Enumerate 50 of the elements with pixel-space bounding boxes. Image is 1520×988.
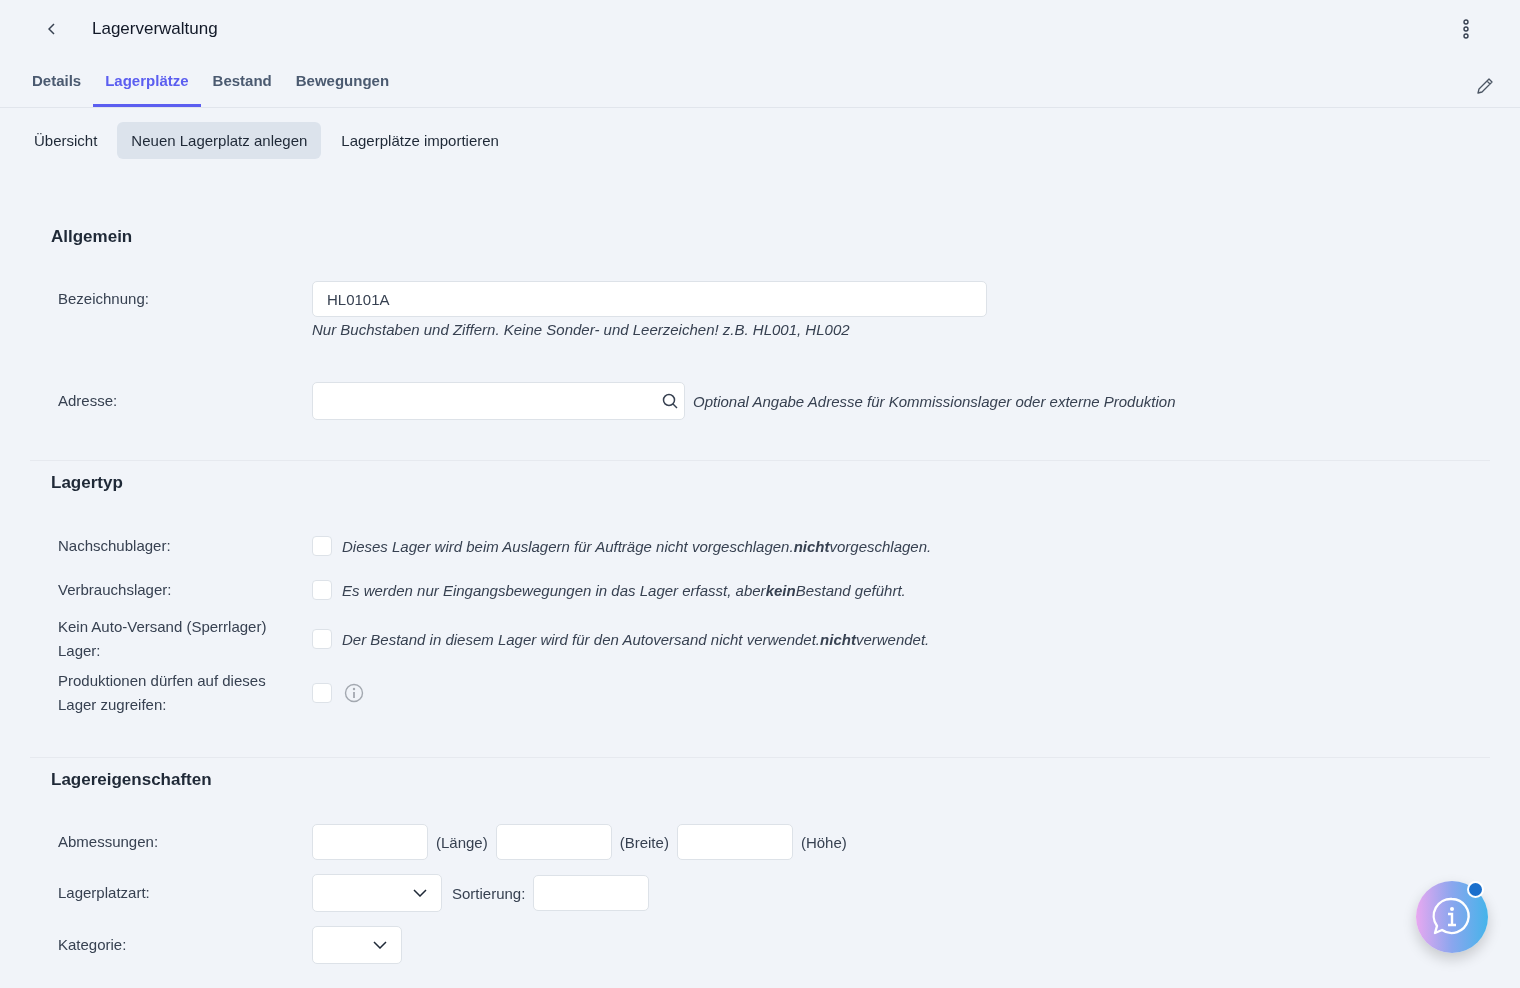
tab[interactable]: Lagerplätze (93, 66, 201, 107)
notification-dot (1467, 881, 1484, 898)
search-field[interactable] (312, 382, 685, 420)
input-field[interactable] (676, 824, 793, 860)
field-label: Produktionen dürfen auf dieses Lager zugreifen: (58, 671, 267, 715)
section-heading: Lagereigenschaften (51, 769, 213, 790)
chevron-down-icon (373, 941, 387, 949)
field-label: Nachschublager: (58, 536, 172, 556)
checkbox-description: Es werden nur Eingangsbewegungen in das Lager erfasst, aberkeinBestand geführt. (342, 581, 906, 599)
unit-label: (Länge) (436, 833, 488, 851)
field-label: Sortierung: (452, 884, 526, 902)
tab[interactable]: Bestand (200, 66, 284, 107)
chevron-down-icon (413, 889, 427, 897)
tab[interactable]: Details (20, 66, 94, 107)
search-icon[interactable] (662, 393, 678, 409)
subnav-item[interactable]: Übersicht (20, 122, 112, 159)
dropdown[interactable] (312, 926, 402, 964)
field-label: Abmessungen: (58, 832, 160, 852)
field-label: Kein Auto-Versand (Sperrlager) Lager: (58, 617, 268, 661)
unit-label: (Breite) (619, 833, 669, 851)
checkbox-description: Der Bestand in diesem Lager wird für den Autoversand nicht verwendet.nichtverwendet. (342, 630, 930, 648)
page-title: Lagerverwaltung (92, 19, 218, 39)
section-heading: Lagertyp (51, 472, 124, 493)
checkbox[interactable] (312, 536, 332, 556)
hint-text: Optional Angabe Adresse für Kommissionslager oder externe Produktion (693, 392, 1176, 410)
info-icon[interactable] (344, 683, 364, 703)
subnav-item[interactable]: Lagerplätze importieren (327, 122, 513, 159)
pencil-icon[interactable] (1476, 77, 1494, 95)
checkbox[interactable] (312, 683, 332, 703)
field-label: Lagerplatzart: (58, 883, 151, 903)
input-field[interactable] (533, 875, 650, 911)
input-field[interactable]: HL0101A (312, 281, 987, 317)
section-heading: Allgemein (51, 226, 134, 247)
field-label: Bezeichnung: (58, 289, 150, 309)
help-chat-button[interactable] (1416, 881, 1488, 953)
field-label: Adresse: (58, 391, 119, 411)
more-icon[interactable] (1462, 19, 1470, 39)
checkbox-description: Dieses Lager wird beim Auslagern für Aufträge nicht vorgeschlagen.nichtvorgeschlagen. (342, 537, 932, 555)
checkbox[interactable] (312, 580, 332, 600)
subnav-item[interactable]: Neuen Lagerplatz anlegen (117, 122, 322, 159)
tab[interactable]: Bewegungen (283, 66, 402, 107)
hint-text: Nur Buchstaben und Ziffern. Keine Sonder- und Leerzeichen! z.B. HL001, HL002 (312, 321, 851, 338)
field-label: Kategorie: (58, 935, 128, 955)
field-label: Verbrauchslager: (58, 580, 173, 600)
input-field[interactable] (495, 824, 612, 860)
back-icon[interactable] (48, 23, 56, 35)
unit-label: (Höhe) (800, 833, 847, 851)
dropdown[interactable] (312, 874, 442, 912)
input-field[interactable] (312, 824, 428, 860)
checkbox[interactable] (312, 629, 332, 649)
